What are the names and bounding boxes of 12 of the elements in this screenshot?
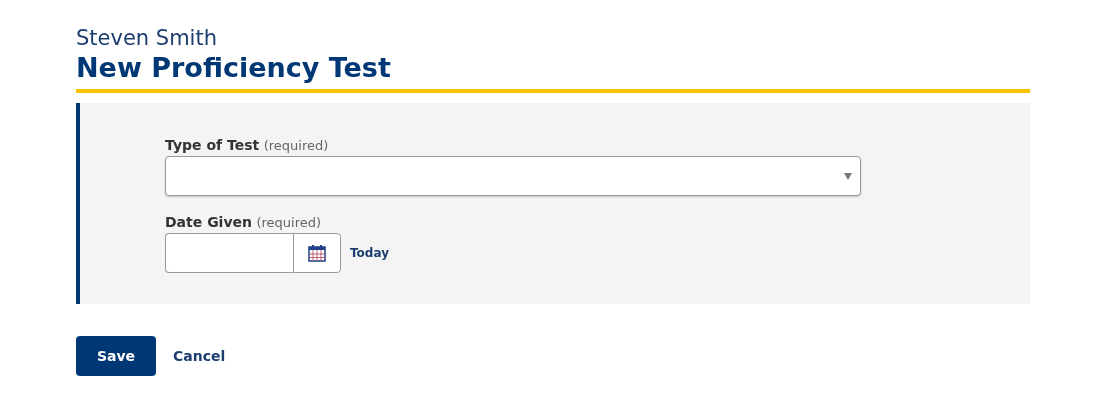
type-select[interactable] [165,156,861,196]
calendar-icon [307,243,327,263]
page-title: New Proficiency Test [76,52,391,83]
calendar-button[interactable] [293,233,341,273]
field-label: Type of Test (required) [165,137,329,153]
save-button[interactable]: Save [76,336,156,376]
date-field[interactable] [165,233,293,273]
person-name: Steven Smith [76,26,217,50]
field-label: Date Given (required) [165,214,322,230]
caret-icon [844,172,852,180]
cancel-link[interactable]: Cancel [173,348,226,364]
today-link[interactable]: Today [350,246,389,260]
